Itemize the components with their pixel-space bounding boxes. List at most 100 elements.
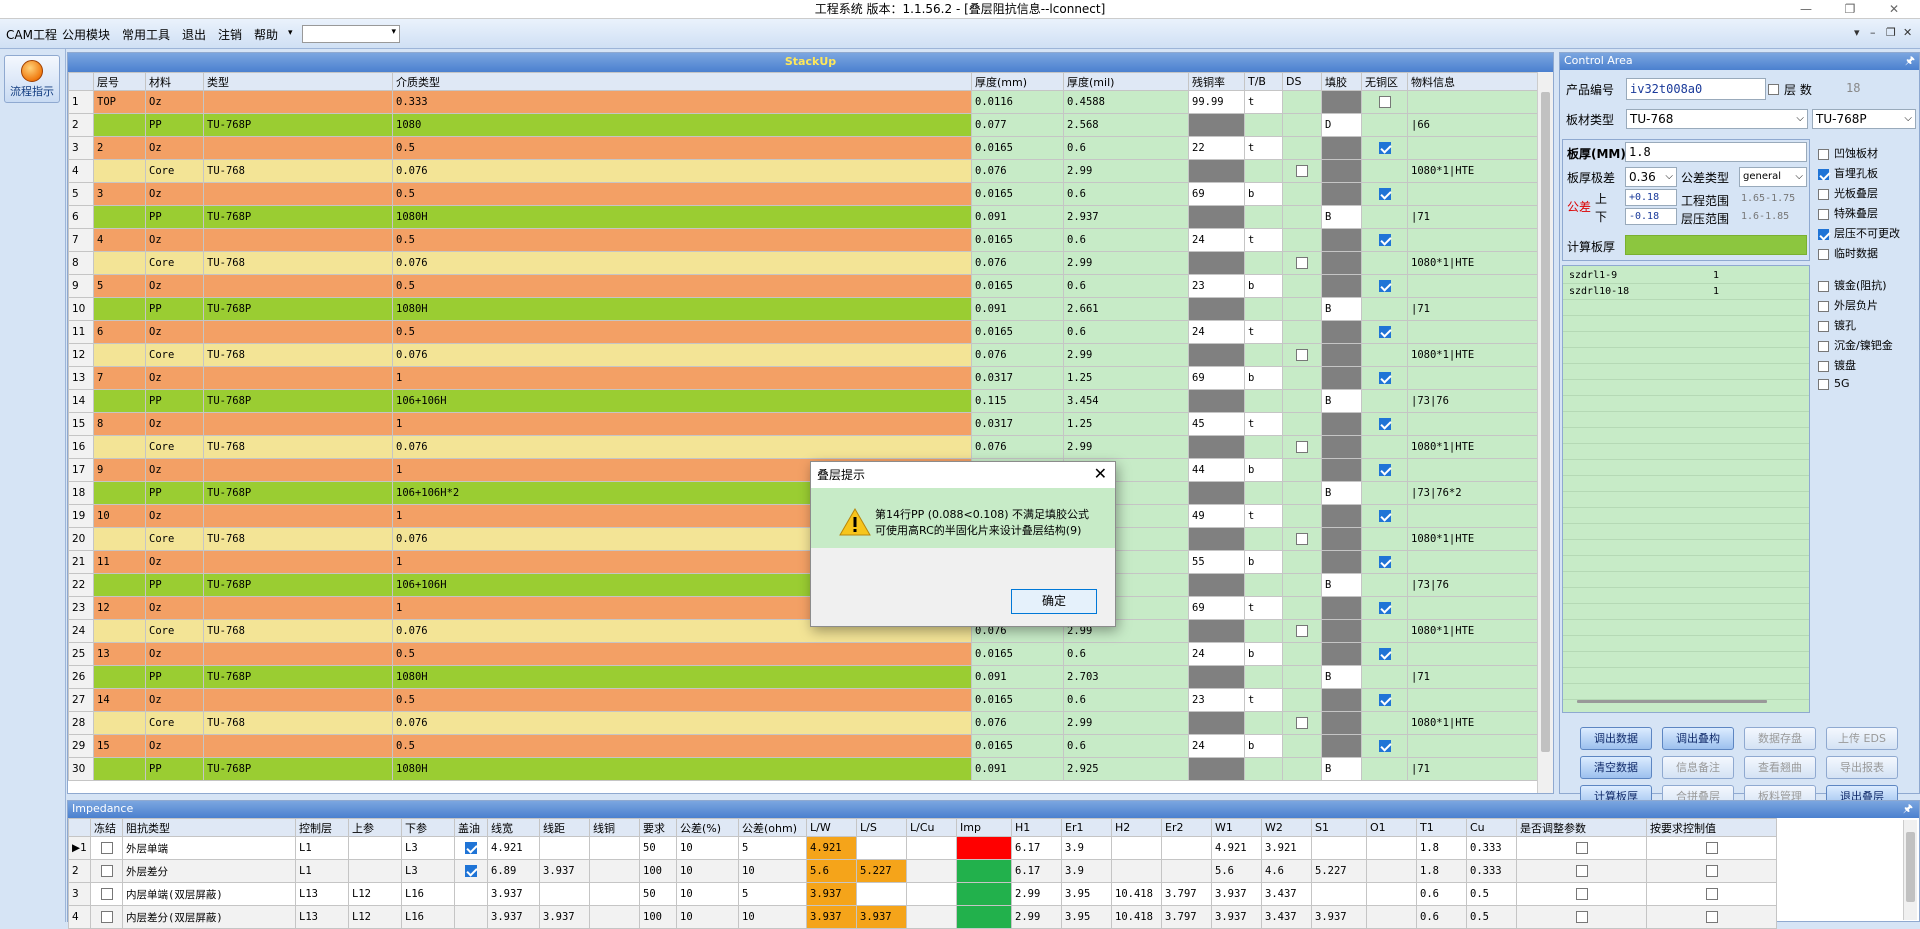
cell-material-info[interactable]: 1080*1|HTE [1407, 435, 1539, 459]
row-number[interactable]: 11 [68, 320, 94, 344]
cell-thickness-mil[interactable]: 2.925 [1063, 757, 1189, 781]
row-number[interactable]: 30 [68, 757, 94, 781]
cell-copper-ratio[interactable]: 55 [1188, 550, 1245, 574]
column-header[interactable]: S1 [1311, 818, 1367, 837]
cell-mat[interactable]: PP [145, 297, 204, 321]
no-copper-checkbox[interactable] [1378, 602, 1391, 614]
no-copper-checkbox[interactable] [1378, 694, 1391, 706]
cell-ls[interactable]: 5.227 [856, 859, 907, 883]
cell-lcu[interactable] [906, 882, 957, 906]
cell-thickness-mil[interactable]: 0.6 [1063, 320, 1189, 344]
cell-tb[interactable] [1244, 205, 1283, 229]
cell-require-control[interactable] [1646, 882, 1777, 906]
cell-up[interactable]: L12 [348, 905, 402, 929]
cell-fill[interactable]: B [1321, 481, 1362, 505]
column-header[interactable]: L/S [856, 818, 907, 837]
cell-mat[interactable]: Core [145, 711, 204, 735]
layers-count-input[interactable]: 18 [1826, 78, 1886, 100]
cell-cu[interactable]: 0.333 [1466, 836, 1517, 860]
no-copper-checkbox[interactable] [1378, 418, 1391, 430]
cell-material-info[interactable] [1407, 504, 1539, 528]
cell-freeze[interactable] [90, 905, 123, 929]
cell-copper-ratio[interactable]: 49 [1188, 504, 1245, 528]
cell-w2[interactable]: 3.437 [1261, 905, 1312, 929]
cell-tb[interactable] [1244, 389, 1283, 413]
cell-tb[interactable]: b [1244, 458, 1283, 482]
cell-fill[interactable]: D [1321, 113, 1362, 137]
cell-ds[interactable] [1282, 228, 1322, 252]
cell-no-copper[interactable] [1361, 481, 1408, 505]
cell-lw[interactable]: 6.89 [487, 859, 540, 883]
stackup-row[interactable]: 24 Core TU-768 0.076 0.076 2.99 1080*1|HTE [68, 619, 1539, 643]
cell-mat[interactable]: Core [145, 159, 204, 183]
cell-mat[interactable]: Oz [145, 734, 204, 758]
option-item[interactable]: 外层负片 [1818, 297, 1878, 313]
cell-thickness-mil[interactable]: 2.661 [1063, 297, 1189, 321]
cell-type[interactable]: TU-768P [203, 573, 393, 597]
column-header[interactable]: 残铜率 [1188, 72, 1245, 91]
no-copper-checkbox[interactable] [1378, 188, 1391, 200]
cell-type[interactable] [203, 412, 393, 436]
cell-diel[interactable]: 1080H [392, 205, 972, 229]
cell-material-info[interactable] [1407, 136, 1539, 160]
cell-tb[interactable] [1244, 619, 1283, 643]
scroll-thumb[interactable] [1906, 832, 1915, 902]
column-header[interactable]: 线铜 [589, 818, 640, 837]
cell-material-info[interactable]: 1080*1|HTE [1407, 343, 1539, 367]
cell-type[interactable] [203, 550, 393, 574]
cell-require-control[interactable] [1646, 859, 1777, 883]
stackup-row[interactable]: 26 PP TU-768P 1080H 0.091 2.703 B |71 [68, 665, 1539, 689]
cell-thickness-mm[interactable]: 0.076 [971, 711, 1064, 735]
cell-type[interactable] [203, 182, 393, 206]
cell-mat[interactable]: Oz [145, 642, 204, 666]
column-header[interactable]: Imp [956, 818, 1012, 837]
cell-thickness-mm[interactable]: 0.115 [971, 389, 1064, 413]
cell-lcu[interactable] [906, 905, 957, 929]
cell-lcu[interactable] [906, 859, 957, 883]
thickness-input[interactable]: 1.8 [1625, 142, 1807, 162]
cell-diel[interactable]: 1080 [392, 113, 972, 137]
cell-thickness-mil[interactable]: 3.454 [1063, 389, 1189, 413]
cell-diel[interactable]: 0.076 [392, 435, 972, 459]
cell-copper-ratio[interactable] [1188, 159, 1245, 183]
cell-thickness-mm[interactable]: 0.0165 [971, 688, 1064, 712]
column-header[interactable]: 公差(ohm) [738, 818, 807, 837]
cell-tb[interactable]: t [1244, 596, 1283, 620]
row-number[interactable]: 6 [68, 205, 94, 229]
ds-checkbox[interactable] [1296, 533, 1308, 545]
column-header[interactable]: 介质类型 [392, 72, 972, 91]
cell-fill[interactable] [1321, 619, 1362, 643]
cell-tb[interactable]: t [1244, 412, 1283, 436]
cell-freeze[interactable] [90, 859, 123, 883]
cell-no-copper[interactable] [1361, 527, 1408, 551]
column-header[interactable] [68, 818, 91, 837]
cell-type[interactable]: TU-768 [203, 159, 393, 183]
cell-thickness-mil[interactable]: 2.99 [1063, 159, 1189, 183]
column-header[interactable]: 冻结 [90, 818, 123, 837]
impedance-row[interactable]: 4 内层差分(双层屏蔽) L13 L12 L16 3.937 3.937 100 10 10 3.9… [68, 905, 1777, 929]
no-copper-checkbox[interactable] [1378, 142, 1391, 154]
cell-h2[interactable] [1111, 836, 1162, 860]
option-checkbox[interactable] [1818, 188, 1829, 200]
row-number[interactable]: 5 [68, 182, 94, 206]
cell-ds[interactable] [1282, 527, 1322, 551]
cell-w2[interactable]: 4.6 [1261, 859, 1312, 883]
option-item[interactable]: 特殊叠层 [1818, 205, 1878, 221]
cell-copper-ratio[interactable]: 22 [1188, 136, 1245, 160]
cell-o1[interactable] [1366, 859, 1417, 883]
cell-ls[interactable]: 3.937 [539, 859, 590, 883]
ds-checkbox[interactable] [1296, 717, 1308, 729]
cell-lcu[interactable] [589, 836, 640, 860]
menu-cam[interactable]: CAM工程 [6, 26, 57, 43]
cell-material-info[interactable]: |73|76 [1407, 389, 1539, 413]
cell-fill[interactable] [1321, 159, 1362, 183]
cell-copper-ratio[interactable]: 24 [1188, 642, 1245, 666]
row-number[interactable]: 7 [68, 228, 94, 252]
cell-imp-type[interactable]: 外层单端 [122, 836, 296, 860]
cell-o1[interactable] [1366, 882, 1417, 906]
cell-fill[interactable] [1321, 366, 1362, 390]
cell-diel[interactable]: 1 [392, 366, 972, 390]
control-button[interactable]: 导出报表 [1826, 756, 1898, 779]
cell-thickness-mil[interactable]: 0.6 [1063, 182, 1189, 206]
cell-t1[interactable]: 1.8 [1416, 859, 1467, 883]
